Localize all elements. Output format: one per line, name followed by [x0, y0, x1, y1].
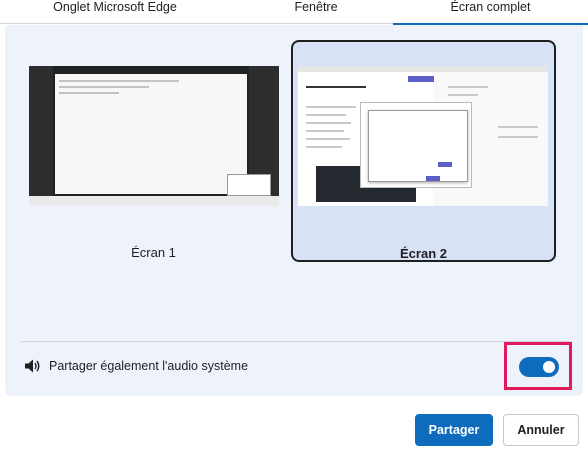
system-audio-label: Partager également l'audio système [49, 359, 249, 373]
screen-option-2[interactable]: Écran 2 [291, 40, 556, 262]
screen-selection-panel: Écran 1 Écran 2 Partager également l'aud… [5, 25, 583, 396]
tab-full-screen[interactable]: Écran complet [393, 0, 588, 25]
system-audio-row: Partager également l'audio système [21, 357, 571, 377]
system-audio-toggle[interactable] [519, 357, 559, 377]
toggle-knob [543, 361, 555, 373]
screen-2-thumbnail [298, 66, 548, 206]
speaker-icon [24, 358, 41, 374]
screen-option-1[interactable]: Écran 1 [21, 40, 286, 262]
share-button[interactable]: Partager [415, 414, 493, 446]
screen-1-thumbnail [29, 66, 279, 206]
screen-2-label: Écran 2 [400, 246, 447, 261]
tab-window[interactable]: Fenêtre [236, 0, 396, 24]
tab-edge[interactable]: Onglet Microsoft Edge [40, 0, 190, 24]
cancel-button[interactable]: Annuler [503, 414, 579, 446]
source-tabs: Onglet Microsoft Edge Fenêtre Écran comp… [0, 0, 588, 25]
divider [21, 341, 571, 342]
screen-1-label: Écran 1 [131, 245, 176, 260]
